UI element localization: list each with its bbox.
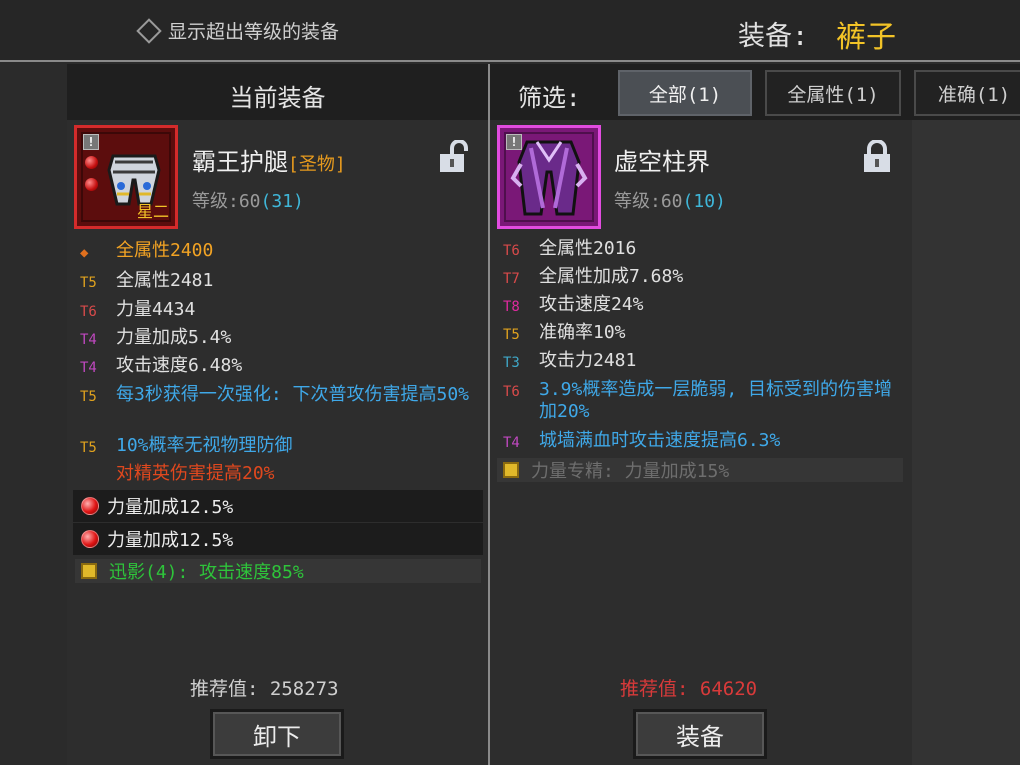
list-scroll-area[interactable] <box>912 120 1020 765</box>
attribute-row: T5 10%概率无视物理防御 <box>80 435 480 459</box>
recommend-score: 推荐值: 64620 <box>620 674 757 701</box>
attribute-row: T3 攻击力2481 <box>503 350 903 374</box>
tier-label: T4 <box>80 360 97 376</box>
tier-label: T7 <box>503 271 520 287</box>
score-label: 推荐值: <box>620 678 689 700</box>
filter-label: 筛选: <box>518 84 581 112</box>
tier-label <box>80 463 116 465</box>
relic-tag: [圣物] <box>288 154 346 175</box>
attribute-row: T6 3.9%概率造成一层脆弱, 目标受到的伤害增加20% <box>503 379 903 423</box>
gem-label: 力量加成12.5% <box>107 497 234 518</box>
tier-label: T5 <box>80 440 97 456</box>
equip-button[interactable]: 装备 <box>633 709 767 759</box>
attribute-text: 攻击速度6.48% <box>116 355 243 376</box>
tier-label: T8 <box>503 299 520 315</box>
attribute-text: 攻击力2481 <box>539 350 637 371</box>
lock-icon[interactable] <box>862 140 892 174</box>
gem-row: 力量加成12.5% <box>73 523 483 555</box>
compare-item-name: 虚空柱界 <box>614 148 710 176</box>
gem-socket-icon <box>85 178 98 191</box>
compare-item-icon[interactable]: ! <box>497 125 601 229</box>
set-bonus-text: 迅影(4): 攻击速度85% <box>109 562 304 583</box>
attribute-text: 全属性加成7.68% <box>539 266 684 287</box>
star-badge: 星二 <box>136 202 169 221</box>
attribute-text: 力量4434 <box>116 299 196 320</box>
score-value: 258273 <box>269 678 339 700</box>
level-extra: (10) <box>682 191 726 212</box>
attribute-row: T5 全属性2481 <box>80 270 480 294</box>
gem-row: 力量加成12.5% <box>73 490 483 522</box>
attribute-text: 全属性2400 <box>116 240 214 261</box>
level-text: 等级:60 <box>614 191 683 212</box>
attribute-text: 城墙满血时攻击速度提高6.3% <box>539 430 781 451</box>
set-bonus-row: 迅影(4): 攻击速度85% <box>75 559 481 583</box>
attribute-row: ◆ 全属性2400 <box>80 240 480 264</box>
slot-title: 装备: <box>738 21 809 52</box>
attribute-text: 3.9%概率造成一层脆弱, 目标受到的伤害增加20% <box>539 379 893 422</box>
tier-label: T5 <box>503 327 520 343</box>
attribute-row: T6 力量4434 <box>80 299 480 323</box>
set-bonus-row: 力量专精: 力量加成15% <box>497 458 903 482</box>
attribute-row: T7 全属性加成7.68% <box>503 266 903 290</box>
set-bonus-text: 力量专精: 力量加成15% <box>531 461 730 482</box>
tier-label: T5 <box>80 389 97 405</box>
score-value: 64620 <box>699 678 758 700</box>
filter-tab[interactable]: 全部(1) <box>618 70 752 116</box>
diamond-checkbox-icon[interactable] <box>136 17 162 44</box>
tier-label: T4 <box>503 435 520 451</box>
attribute-text: 全属性2016 <box>539 238 637 259</box>
attribute-text: 10%概率无视物理防御 <box>116 435 293 456</box>
tier-label: T3 <box>503 355 520 371</box>
tier-label: T4 <box>80 332 97 348</box>
current-item-name: 霸王护腿[圣物] <box>192 142 346 177</box>
gem-socket-icon <box>85 156 98 169</box>
slot-value: 裤子 <box>836 20 896 55</box>
recommend-score: 推荐值: 258273 <box>190 674 339 701</box>
filter-tab[interactable]: 全属性(1) <box>765 70 901 116</box>
tier-label: T6 <box>503 384 520 400</box>
attribute-text: 每3秒获得一次强化: 下次普攻伤害提高50% <box>116 384 470 405</box>
unequip-button[interactable]: 卸下 <box>210 709 344 759</box>
show-overlevel-toggle[interactable]: 显示超出等级的装备 <box>136 17 340 44</box>
attribute-row: T6 全属性2016 <box>503 238 903 262</box>
tier-label: T6 <box>80 304 97 320</box>
red-gem-icon <box>81 530 99 548</box>
show-overlevel-label: 显示超出等级的装备 <box>168 21 340 43</box>
tier-label: ◆ <box>80 245 89 261</box>
compare-item-level: 等级:60(10) <box>614 187 726 213</box>
attribute-text: 对精英伤害提高20% <box>116 463 275 484</box>
attribute-row: T5 每3秒获得一次强化: 下次普攻伤害提高50% <box>80 384 480 408</box>
unlock-icon[interactable] <box>438 140 468 174</box>
current-item-icon[interactable]: ! 星二 <box>74 125 178 229</box>
filter-bar: 筛选: 全部(1) 全属性(1) 准确(1) <box>490 64 1020 120</box>
book-icon <box>503 462 519 478</box>
current-panel-title: 当前装备 <box>229 84 326 112</box>
current-item-level: 等级:60(31) <box>192 187 304 213</box>
book-icon <box>81 563 97 579</box>
red-gem-icon <box>81 497 99 515</box>
attribute-row: T4 城墙满血时攻击速度提高6.3% <box>503 430 903 454</box>
current-panel-header: 当前装备 <box>67 64 488 120</box>
filter-tab[interactable]: 准确(1) <box>914 70 1020 116</box>
score-label: 推荐值: <box>190 678 259 700</box>
level-text: 等级:60 <box>192 191 261 212</box>
attribute-text: 攻击速度24% <box>539 294 644 315</box>
gem-label: 力量加成12.5% <box>107 530 234 551</box>
attribute-text: 全属性2481 <box>116 270 214 291</box>
attribute-text: 力量加成5.4% <box>116 327 232 348</box>
level-extra: (31) <box>260 191 304 212</box>
attribute-row: T4 力量加成5.4% <box>80 327 480 351</box>
attribute-row: T8 攻击速度24% <box>503 294 903 318</box>
void-leggings-icon <box>510 140 588 216</box>
current-item-title: 霸王护腿 <box>192 148 288 176</box>
top-bar: 显示超出等级的装备 装备: 裤子 <box>0 0 1020 62</box>
left-gutter <box>0 64 67 765</box>
tier-label: T6 <box>503 243 520 259</box>
attribute-row: T5 准确率10% <box>503 322 903 346</box>
attribute-text: 准确率10% <box>539 322 626 343</box>
attribute-row: T4 攻击速度6.48% <box>80 355 480 379</box>
alert-icon: ! <box>83 134 99 150</box>
tier-label: T5 <box>80 275 97 291</box>
attribute-row: 对精英伤害提高20% <box>80 463 480 485</box>
